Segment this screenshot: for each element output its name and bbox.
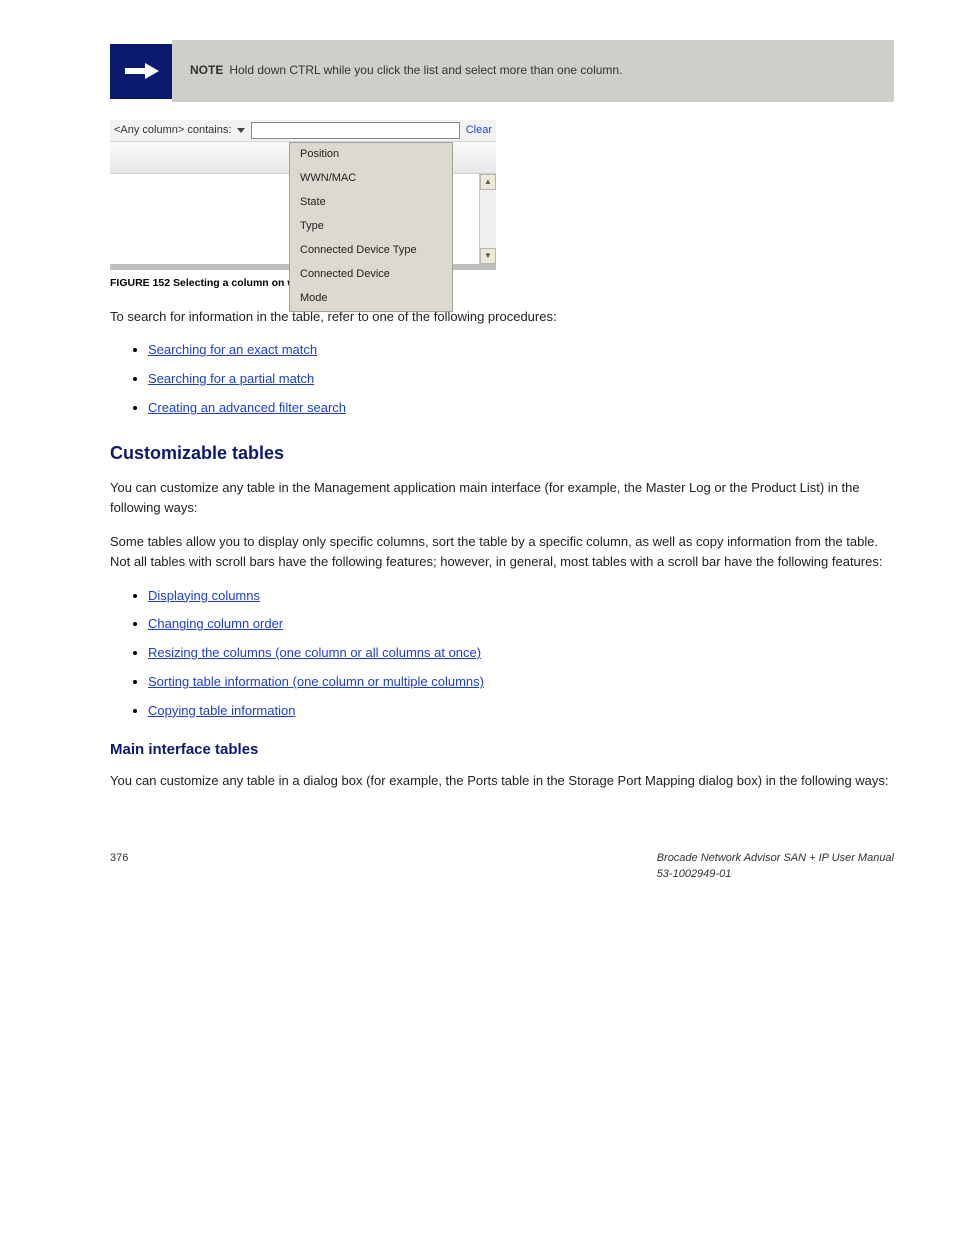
link-advanced-filter[interactable]: Creating an advanced filter search (148, 400, 346, 415)
list-item: Sorting table information (one column or… (148, 673, 894, 692)
dropdown-item-mode[interactable]: Mode (290, 287, 452, 311)
column-dropdown-caret-icon[interactable] (237, 128, 245, 133)
filter-input[interactable] (251, 122, 459, 139)
heading-main-interface-tables: Main interface tables (110, 739, 894, 761)
column-filter-toolbar: <Any column> contains: Clear ▲ ▼ Positio… (110, 120, 496, 270)
scroll-up-icon[interactable]: ▲ (480, 174, 496, 190)
dropdown-item-type[interactable]: Type (290, 215, 452, 239)
note-callout: NOTE Hold down CTRL while you click the … (110, 40, 894, 102)
arrow-right-icon (110, 44, 172, 99)
scrollbar-track[interactable] (480, 190, 496, 248)
scroll-down-icon[interactable]: ▼ (480, 248, 496, 264)
dropdown-item-position[interactable]: Position (290, 143, 452, 167)
footer-doc-num: 53-1002949-01 (657, 868, 732, 880)
list-item: Creating an advanced filter search (148, 399, 894, 418)
list-item: Searching for an exact match (148, 341, 894, 360)
note-text: Hold down CTRL while you click the list … (229, 62, 622, 79)
link-sorting-table[interactable]: Sorting table information (one column or… (148, 674, 484, 689)
filter-label: <Any column> contains: (110, 123, 235, 139)
link-partial-match[interactable]: Searching for a partial match (148, 371, 314, 386)
dropdown-item-wwn-mac[interactable]: WWN/MAC (290, 167, 452, 191)
list-item: Displaying columns (148, 587, 894, 606)
dropdown-item-state[interactable]: State (290, 191, 452, 215)
list-item: Searching for a partial match (148, 370, 894, 389)
list-item: Copying table information (148, 702, 894, 721)
dropdown-item-connected-device[interactable]: Connected Device (290, 263, 452, 287)
link-resizing-columns[interactable]: Resizing the columns (one column or all … (148, 645, 481, 660)
footer-doc-info: Brocade Network Advisor SAN + IP User Ma… (657, 851, 894, 883)
column-dropdown: Position WWN/MAC State Type Connected De… (289, 142, 453, 312)
dropdown-item-connected-device-type[interactable]: Connected Device Type (290, 239, 452, 263)
list-item: Resizing the columns (one column or all … (148, 644, 894, 663)
paragraph-tables-with-scroll: Some tables allow you to display only sp… (110, 532, 894, 572)
link-copying-table[interactable]: Copying table information (148, 703, 295, 718)
paragraph-customize-intro: You can customize any table in the Manag… (110, 478, 894, 518)
search-procedure-links: Searching for an exact match Searching f… (148, 341, 894, 418)
link-changing-column-order[interactable]: Changing column order (148, 616, 283, 631)
filter-toolbar: <Any column> contains: Clear (110, 120, 496, 142)
page-number: 376 (110, 851, 128, 883)
paragraph-table-intro: You can customize any table in a dialog … (110, 771, 894, 791)
note-bar: NOTE Hold down CTRL while you click the … (172, 40, 894, 102)
link-exact-match[interactable]: Searching for an exact match (148, 342, 317, 357)
link-displaying-columns[interactable]: Displaying columns (148, 588, 260, 603)
figure-caption: FIGURE 152 Selecting a column on which t… (110, 276, 894, 291)
heading-customizable-tables: Customizable tables (110, 440, 894, 466)
clear-link[interactable]: Clear (466, 123, 496, 139)
list-item: Changing column order (148, 615, 894, 634)
footer-doc-title: Brocade Network Advisor SAN + IP User Ma… (657, 852, 894, 864)
table-feature-links: Displaying columns Changing column order… (148, 587, 894, 721)
vertical-scrollbar[interactable]: ▲ ▼ (479, 174, 496, 264)
paragraph-after-figure: To search for information in the table, … (110, 307, 894, 327)
note-label: NOTE (190, 62, 223, 79)
page-footer: 376 Brocade Network Advisor SAN + IP Use… (110, 851, 894, 883)
